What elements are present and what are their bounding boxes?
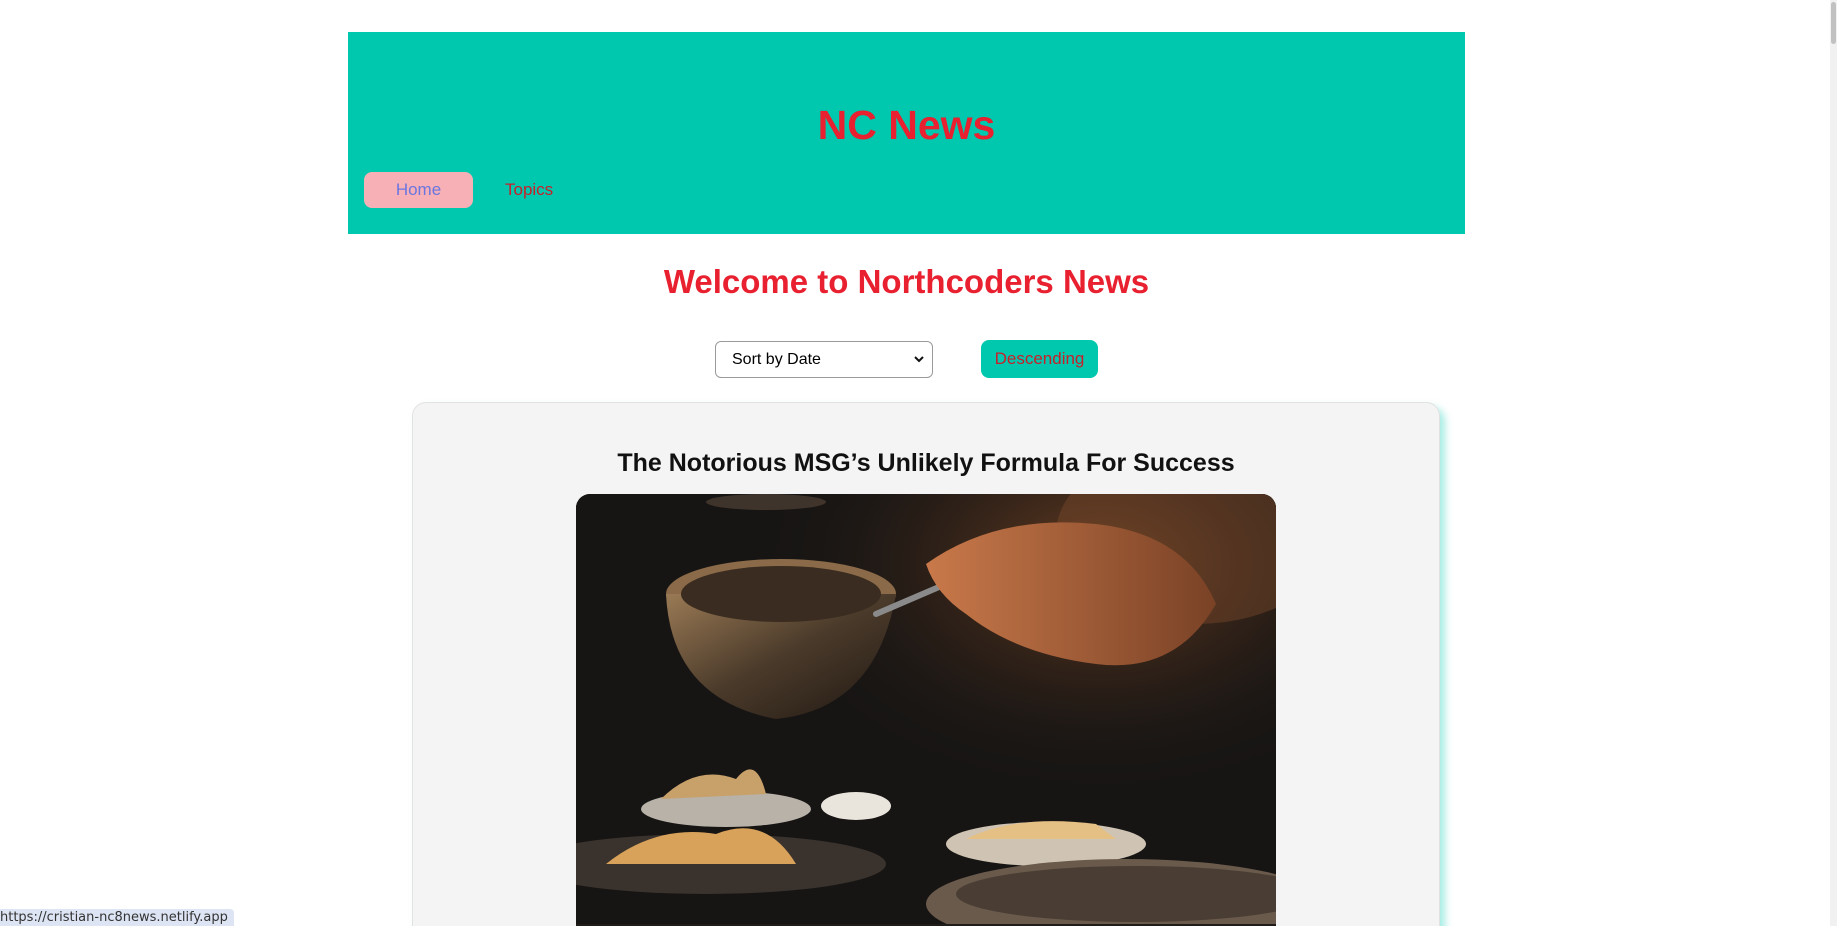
sort-select[interactable]: Sort by Date <box>715 341 933 378</box>
nav-topics-link[interactable]: Topics <box>505 180 553 200</box>
cooking-photo <box>576 494 1276 926</box>
chevron-down-icon <box>914 356 924 363</box>
scrollbar-track[interactable] <box>1830 0 1837 926</box>
sort-order-button[interactable]: Descending <box>981 340 1098 378</box>
welcome-heading: Welcome to Northcoders News <box>663 263 1150 300</box>
article-card[interactable]: The Notorious MSG’s Unlikely Formula For… <box>412 402 1440 926</box>
scrollbar-thumb[interactable] <box>1831 2 1836 44</box>
nav-home-button[interactable]: Home <box>364 172 473 208</box>
article-image[interactable] <box>576 494 1276 926</box>
article-title[interactable]: The Notorious MSG’s Unlikely Formula For… <box>413 449 1439 478</box>
status-bar-url: https://cristian-nc8news.netlify.app <box>0 909 234 926</box>
sort-select-value: Sort by Date <box>732 350 821 368</box>
site-title[interactable]: NC News <box>348 102 1465 149</box>
page: NC News Home Topics Welcome to Northcode… <box>0 0 1837 926</box>
main-nav: Home Topics <box>364 172 553 208</box>
site-header: NC News Home Topics <box>348 32 1465 234</box>
